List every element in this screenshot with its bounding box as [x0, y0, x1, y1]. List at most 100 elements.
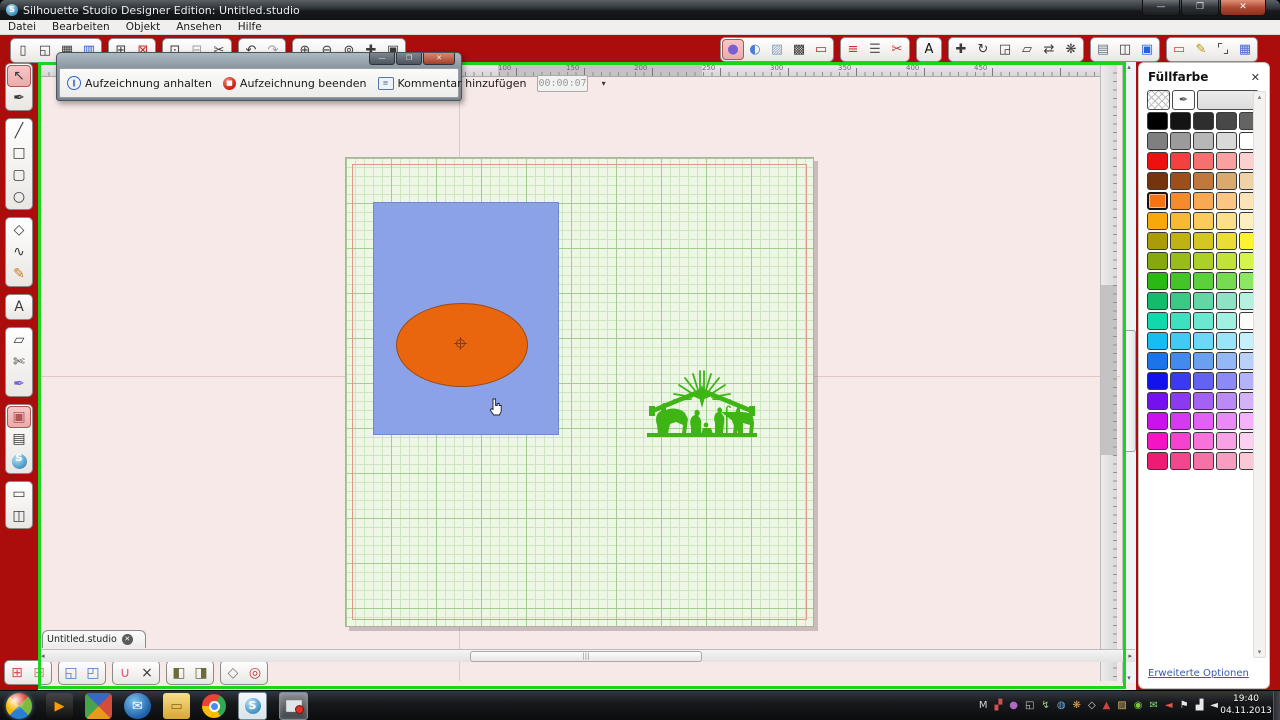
tray-updater-icon[interactable]: ▲: [1103, 701, 1111, 711]
vertical-scrollbar-thumb[interactable]: [1124, 330, 1136, 452]
polygon-tool-icon[interactable]: ◇: [7, 219, 31, 241]
ellipse-tool-icon[interactable]: ○: [7, 186, 31, 208]
dropper-tool-icon[interactable]: ✒: [7, 373, 31, 395]
cut-style-icon[interactable]: ✂: [886, 39, 908, 60]
color-swatch[interactable]: [1170, 432, 1191, 450]
show-desktop-button[interactable]: [1273, 691, 1280, 720]
color-swatch[interactable]: [1193, 272, 1214, 290]
eraser-tool-icon[interactable]: ▱: [7, 329, 31, 351]
color-swatch[interactable]: [1216, 172, 1237, 190]
color-swatch[interactable]: [1193, 132, 1214, 150]
horizontal-scrollbar[interactable]: ◂ ||| ▸: [38, 649, 1135, 662]
color-swatch[interactable]: [1193, 432, 1214, 450]
color-swatch[interactable]: [1147, 132, 1168, 150]
text-tool-icon[interactable]: A: [7, 296, 31, 318]
registration-marks-icon[interactable]: ⌜⌟: [1212, 39, 1234, 60]
line-color-icon[interactable]: ≡: [842, 39, 864, 60]
color-swatch[interactable]: [1170, 372, 1191, 390]
color-swatch[interactable]: [1216, 432, 1237, 450]
send-to-back-icon[interactable]: ◨: [190, 662, 212, 683]
minimize-button[interactable]: —: [1142, 0, 1180, 16]
horizontal-scrollbar-thumb[interactable]: |||: [470, 651, 702, 662]
color-swatch[interactable]: [1216, 192, 1237, 210]
single-view-icon[interactable]: ▭: [7, 483, 31, 505]
canvas-area[interactable]: 100150200250300350400450 ▴ ▾ ◂ ||| ▸ Unt…: [38, 62, 1136, 694]
color-swatch[interactable]: [1147, 292, 1168, 310]
color-swatch[interactable]: [1147, 172, 1168, 190]
line-tool-icon[interactable]: ╱: [7, 120, 31, 142]
transparent-fill-swatch[interactable]: [1147, 90, 1170, 110]
color-swatch[interactable]: [1170, 392, 1191, 410]
document-tab-close-icon[interactable]: ✕: [122, 634, 133, 645]
color-swatch[interactable]: [1193, 392, 1214, 410]
color-swatch[interactable]: [1193, 452, 1214, 470]
color-swatch[interactable]: [1216, 352, 1237, 370]
gradient-fill-icon[interactable]: ◐: [744, 39, 766, 60]
color-swatch[interactable]: [1170, 172, 1191, 190]
taskbar-thunderbird-icon[interactable]: ✉: [124, 693, 151, 719]
curve-tool-icon[interactable]: ∿: [7, 241, 31, 263]
color-swatch[interactable]: [1216, 292, 1237, 310]
menu-objekt[interactable]: Objekt: [118, 21, 169, 33]
page-setup-icon[interactable]: ▭: [1168, 39, 1190, 60]
store-icon[interactable]: S: [7, 450, 31, 472]
taskbar-photo-app-icon[interactable]: [85, 693, 112, 719]
color-swatch[interactable]: [1170, 132, 1191, 150]
color-swatch[interactable]: [1193, 212, 1214, 230]
tray-nvidia-icon[interactable]: ◉: [1134, 701, 1143, 711]
title-bar[interactable]: S Silhouette Studio Designer Edition: Un…: [0, 0, 1280, 20]
fill-panel-close-icon[interactable]: ✕: [1251, 71, 1260, 84]
start-button[interactable]: [6, 693, 32, 719]
color-swatch[interactable]: [1216, 332, 1237, 350]
rec-maximize-button[interactable]: ❐: [396, 53, 422, 65]
vertical-scrollbar[interactable]: ▴ ▾: [1122, 62, 1136, 683]
tray-chat-icon[interactable]: ✉: [1150, 701, 1158, 711]
taskbar-clock[interactable]: 19:40 04.11.2013: [1220, 693, 1272, 717]
color-swatch[interactable]: [1216, 392, 1237, 410]
color-swatch[interactable]: [1193, 152, 1214, 170]
design-page[interactable]: [345, 157, 814, 627]
group-icon[interactable]: ⊞: [6, 662, 28, 683]
color-swatch[interactable]: [1147, 192, 1168, 210]
delete-icon[interactable]: ×: [136, 662, 158, 683]
menu-datei[interactable]: Datei: [0, 21, 44, 33]
stop-recording-button[interactable]: ■ Aufzeichnung beenden: [223, 77, 367, 90]
color-swatch[interactable]: [1193, 372, 1214, 390]
pattern-fill-dark-icon[interactable]: ▩: [788, 39, 810, 60]
move-icon[interactable]: ✚: [950, 39, 972, 60]
color-swatch[interactable]: [1147, 392, 1168, 410]
color-swatch[interactable]: [1147, 112, 1168, 130]
shear-icon[interactable]: ▱: [1016, 39, 1038, 60]
scroll-up-arrow[interactable]: ▴: [1123, 63, 1135, 71]
color-swatch[interactable]: [1193, 112, 1214, 130]
color-swatch[interactable]: [1147, 272, 1168, 290]
color-swatch[interactable]: [1147, 232, 1168, 250]
color-swatch[interactable]: [1193, 412, 1214, 430]
color-swatch[interactable]: [1170, 212, 1191, 230]
tray-usb-icon[interactable]: ↯: [1041, 701, 1049, 711]
tray-folder-icon[interactable]: ▨: [1117, 701, 1126, 711]
knife-tool-icon[interactable]: ✄: [7, 351, 31, 373]
tray-diamond-icon[interactable]: ◇: [1088, 701, 1096, 711]
color-swatch[interactable]: [1147, 312, 1168, 330]
tray-audio-alert-icon[interactable]: ◄: [1165, 701, 1173, 711]
color-swatch[interactable]: [1193, 332, 1214, 350]
tray-language-flag-icon[interactable]: ⚑: [1180, 701, 1189, 711]
text-style-icon[interactable]: A: [918, 39, 940, 60]
default-fill-swatch[interactable]: [1197, 90, 1259, 110]
recorder-dropdown-icon[interactable]: ▾: [602, 79, 606, 88]
menu-bearbeiten[interactable]: Bearbeiten: [44, 21, 118, 33]
menu-ansehen[interactable]: Ansehen: [168, 21, 230, 33]
color-swatch[interactable]: [1147, 372, 1168, 390]
color-swatch[interactable]: [1170, 412, 1191, 430]
open-icon[interactable]: ◱: [34, 40, 56, 61]
select-tool-icon[interactable]: ↖: [7, 65, 31, 87]
fill-color-icon[interactable]: ●: [722, 39, 744, 60]
taskbar-chrome-icon[interactable]: [202, 694, 226, 718]
edit-points-tool-icon[interactable]: ✒: [7, 87, 31, 109]
color-swatch[interactable]: [1147, 252, 1168, 270]
new-document-icon[interactable]: ▯: [12, 40, 34, 61]
freehand-tool-icon[interactable]: ✎: [7, 263, 31, 285]
color-swatch[interactable]: [1170, 272, 1191, 290]
rec-minimize-button[interactable]: —: [369, 53, 395, 65]
